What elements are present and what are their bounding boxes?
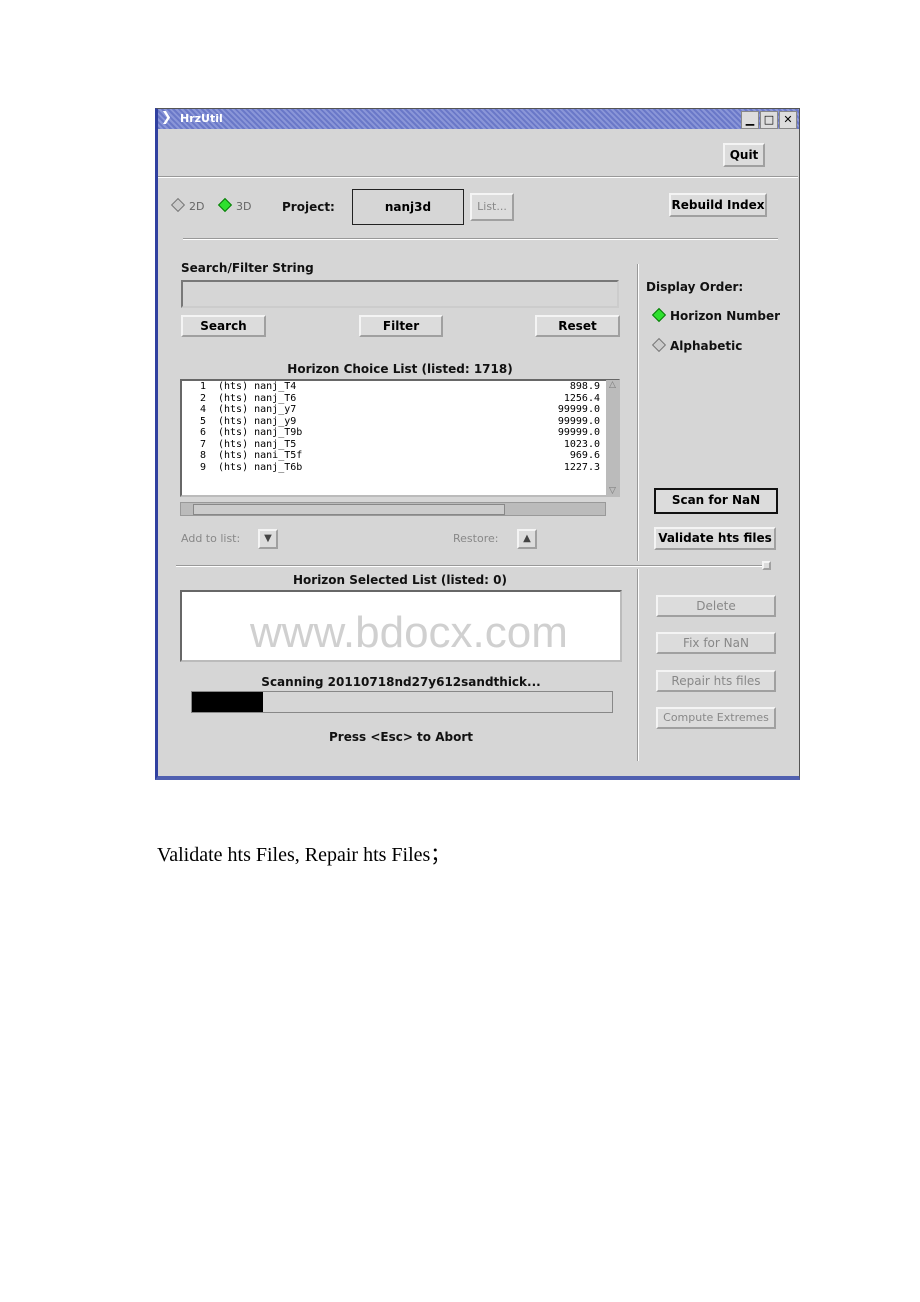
abort-hint: Press <Esc> to Abort xyxy=(329,730,473,744)
row-name: (hts) nani_T5f xyxy=(218,450,303,461)
row-number: 1 xyxy=(199,381,206,392)
list-item[interactable]: 1 (hts) nanj_T4 898.9 xyxy=(182,381,618,393)
vertical-scrollbar[interactable]: △ ▽ xyxy=(606,380,619,496)
progress-bar xyxy=(191,691,613,713)
minimize-icon[interactable]: ▁ xyxy=(741,111,759,129)
list-item[interactable]: 2 (hts) nanj_T6 1256.4 xyxy=(182,393,618,405)
list-item[interactable]: 9 (hts) nanj_T6b 1227.3 xyxy=(182,462,618,474)
row-value: 99999.0 xyxy=(557,415,600,427)
divider xyxy=(158,176,798,178)
search-button[interactable]: Search xyxy=(181,315,266,337)
row-number: 5 xyxy=(199,415,206,427)
radio-selected-icon xyxy=(651,307,667,323)
list-item[interactable]: 8 (hts) nani_T5f 969.6 xyxy=(182,450,618,462)
radio-icon xyxy=(170,197,186,213)
fix-for-nan-button[interactable]: Fix for NaN xyxy=(656,632,776,654)
restore-up-arrow-icon[interactable]: ▲ xyxy=(517,529,537,549)
scroll-down-icon[interactable]: ▽ xyxy=(606,486,619,496)
compute-extremes-button[interactable]: Compute Extremes xyxy=(656,707,776,729)
reset-button[interactable]: Reset xyxy=(535,315,620,337)
list-item[interactable]: 5 (hts) nanj_y9 99999.0 xyxy=(182,416,618,428)
list-button[interactable]: List... xyxy=(470,193,514,221)
search-label: Search/Filter String xyxy=(181,261,314,275)
close-icon[interactable]: ✕ xyxy=(779,111,797,129)
row-number: 2 xyxy=(199,392,206,404)
list-item[interactable]: 7 (hts) nanj_T5 1023.0 xyxy=(182,439,618,451)
horizon-choice-list[interactable]: 1 (hts) nanj_T4 898.9 2 (hts) nanj_T6 1256.4 4… xyxy=(180,379,620,497)
radio-alphabetic[interactable]: Alphabetic xyxy=(651,337,742,353)
row-number: 9 xyxy=(199,461,206,473)
quit-button[interactable]: Quit xyxy=(723,143,765,167)
row-name: (hts) nanj_y9 xyxy=(218,415,297,427)
add-down-arrow-icon[interactable]: ▼ xyxy=(258,529,278,549)
row-name: (hts) nanj_T6 xyxy=(218,392,297,404)
row-value: 1256.4 xyxy=(563,392,600,404)
repair-hts-button[interactable]: Repair hts files xyxy=(656,670,776,692)
list-item[interactable]: 6 (hts) nanj_T9b 99999.0 xyxy=(182,427,618,439)
progress-fill xyxy=(192,692,264,712)
row-name: (hts) nanj_T4 xyxy=(218,381,297,392)
add-to-list-label: Add to list: xyxy=(181,532,241,545)
pane-sash[interactable] xyxy=(176,565,766,567)
row-name: (hts) nanj_T5 xyxy=(218,438,297,450)
radio-2d[interactable]: 2D xyxy=(170,197,204,213)
radio-horizon-number[interactable]: Horizon Number xyxy=(651,307,780,323)
radio-3d[interactable]: 3D xyxy=(217,197,251,213)
scroll-up-icon[interactable]: △ xyxy=(606,380,619,390)
horizontal-scrollbar[interactable] xyxy=(180,502,606,516)
display-order-label: Display Order: xyxy=(646,280,744,294)
window-menu-icon[interactable]: ❯ xyxy=(161,110,172,125)
row-name: (hts) nanj_T6b xyxy=(218,461,303,473)
row-value: 99999.0 xyxy=(557,404,600,415)
row-number: 6 xyxy=(199,427,206,438)
choice-list-title: Horizon Choice List (listed: 1718) xyxy=(287,362,513,376)
hrzutil-window: ❯ HrzUtil ▁ □ ✕ Quit 2D 3D Project: nanj… xyxy=(155,108,800,780)
sash-handle[interactable] xyxy=(762,561,771,570)
radio-icon xyxy=(651,337,667,353)
row-value: 1023.0 xyxy=(563,438,600,450)
divider xyxy=(637,569,639,761)
maximize-icon[interactable]: □ xyxy=(760,111,778,129)
validate-hts-button[interactable]: Validate hts files xyxy=(654,527,776,550)
row-name: (hts) nanj_T9b xyxy=(218,427,303,438)
row-number: 7 xyxy=(199,438,206,450)
divider xyxy=(183,238,778,240)
row-value: 969.6 xyxy=(569,450,600,461)
project-label: Project: xyxy=(282,200,335,214)
rebuild-index-button[interactable]: Rebuild Index xyxy=(669,193,767,217)
project-field[interactable]: nanj3d xyxy=(352,189,464,225)
list-item[interactable]: 4 (hts) nanj_y7 99999.0 xyxy=(182,404,618,416)
filter-button[interactable]: Filter xyxy=(359,315,443,337)
scan-status: Scanning 20110718nd27y612sandthick... xyxy=(261,675,541,689)
row-number: 8 xyxy=(199,450,206,461)
radio-selected-icon xyxy=(217,197,233,213)
delete-button[interactable]: Delete xyxy=(656,595,776,617)
horizon-selected-list[interactable] xyxy=(180,590,622,662)
caption: Validate hts Files, Repair hts Files； xyxy=(157,844,451,866)
selected-list-title: Horizon Selected List (listed: 0) xyxy=(292,573,507,587)
title-bar[interactable]: ❯ HrzUtil ▁ □ ✕ xyxy=(158,109,799,129)
row-value: 99999.0 xyxy=(557,427,600,438)
search-input[interactable] xyxy=(181,280,619,308)
row-value: 1227.3 xyxy=(563,461,600,473)
scroll-thumb[interactable] xyxy=(193,504,505,515)
row-name: (hts) nanj_y7 xyxy=(218,404,297,415)
window-title: HrzUtil xyxy=(180,112,223,125)
divider xyxy=(637,264,639,561)
row-number: 4 xyxy=(199,404,206,415)
row-value: 898.9 xyxy=(569,381,600,392)
restore-label: Restore: xyxy=(453,532,499,545)
scan-for-nan-button[interactable]: Scan for NaN xyxy=(654,488,778,514)
